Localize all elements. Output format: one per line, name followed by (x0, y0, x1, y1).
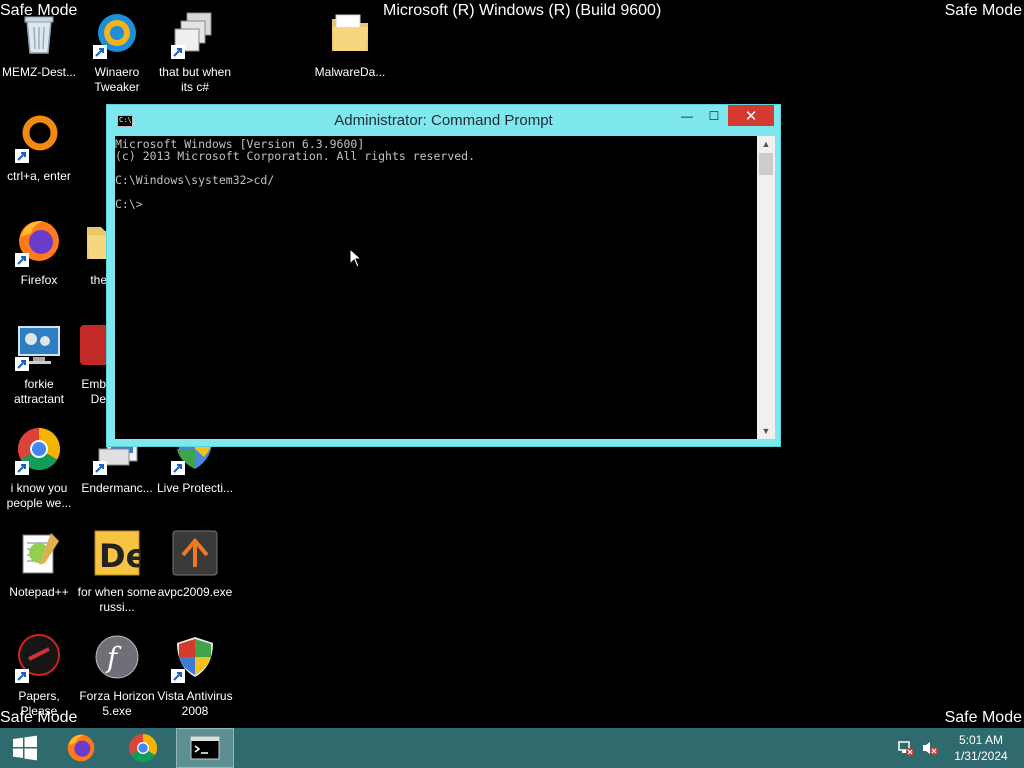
desktop-icon-label: Vista Antivirus 2008 (157, 689, 233, 718)
desktop-icon-label: that but when its c# (158, 65, 232, 94)
desktop-icon-papers-please[interactable]: Papers, Please (0, 633, 79, 719)
desktop-icon-notepadpp[interactable]: Notepad++ (0, 529, 79, 600)
shortcut-arrow-icon (15, 149, 29, 163)
clock-date: 1/31/2024 (954, 749, 1008, 763)
desktop-icon-chrome[interactable]: i know you people we... (0, 425, 79, 511)
desktop-icon-ctrl-a-enter[interactable]: ctrl+a, enter (0, 113, 79, 184)
network-icon[interactable] (897, 740, 915, 756)
console-output[interactable]: Microsoft Windows [Version 6.3.9600] (c) … (115, 138, 757, 210)
desktop-icon-forza-horizon[interactable]: f Forza Horizon 5.exe (77, 633, 157, 719)
taskbar-clock[interactable]: 5:01 AM 1/31/2024 (946, 732, 1016, 764)
minimize-button[interactable]: — (674, 105, 700, 126)
shortcut-arrow-icon (171, 669, 185, 683)
papers-please-icon (15, 633, 63, 683)
desktop-icon-firefox[interactable]: Firefox (0, 217, 79, 288)
desktop-icon-winaero[interactable]: Winaero Tweaker (77, 9, 157, 95)
volume-muted-icon[interactable] (921, 740, 939, 756)
desktop-icon-label: MalwareDa... (314, 65, 386, 79)
taskbar-firefox[interactable] (56, 728, 106, 768)
folder-icon (326, 9, 374, 57)
desktop-icon-label: Winaero Tweaker (94, 65, 140, 94)
safe-mode-label-bottom-right: Safe Mode (944, 709, 1022, 726)
window-titlebar[interactable]: C:\_ Administrator: Command Prompt — ☐ ✕ (107, 105, 780, 136)
desktop-icon-malwareda[interactable]: MalwareDa... (310, 9, 390, 80)
desktop-icon-label: Emb De (81, 377, 106, 406)
console-area[interactable]: Microsoft Windows [Version 6.3.9600] (c) … (115, 136, 775, 439)
desktop-icon-memz[interactable]: MEMZ-Dest... (0, 9, 79, 80)
command-prompt-icon (190, 736, 220, 760)
close-button[interactable]: ✕ (728, 105, 774, 126)
shortcut-arrow-icon (15, 253, 29, 267)
vertical-scrollbar[interactable]: ▲ ▼ (757, 136, 775, 439)
desktop-icon-that-but-when-its-csharp[interactable]: that but when its c# (155, 9, 235, 95)
chrome-icon (15, 425, 63, 475)
flash-icon: f (93, 633, 141, 681)
console-line: (c) 2013 Microsoft Corporation. All righ… (115, 149, 476, 163)
windows-build-label: Microsoft (R) Windows (R) (Build 9600) (383, 2, 662, 19)
desktop-icon-forkie-attractant[interactable]: forkie attractant (0, 321, 79, 407)
de-icon: De (93, 529, 141, 577)
taskbar-command-prompt[interactable] (176, 728, 234, 768)
command-prompt-window[interactable]: C:\_ Administrator: Command Prompt — ☐ ✕… (106, 104, 781, 447)
desktop-icon-avpc2009[interactable]: avpc2009.exe (155, 529, 235, 600)
console-line: C:\> (115, 197, 143, 211)
scroll-down-icon[interactable]: ▼ (757, 423, 775, 439)
shortcut-windows-icon (171, 9, 219, 59)
orange-ring-icon (15, 113, 63, 163)
start-button[interactable] (0, 728, 50, 768)
desktop-icon-label: Forza Horizon 5.exe (79, 689, 155, 718)
taskbar: 5:01 AM 1/31/2024 (0, 728, 1024, 768)
scroll-up-icon[interactable]: ▲ (757, 136, 775, 152)
clock-time: 5:01 AM (958, 733, 1004, 747)
desktop-icon-label: forkie attractant (13, 377, 65, 406)
desktop-icon-label: Endermanc... (81, 481, 153, 495)
desktop-icon-label: i know you people we... (6, 481, 72, 510)
winaero-icon (93, 9, 141, 59)
svg-text:De: De (99, 537, 141, 575)
desktop-icon-label: MEMZ-Dest... (2, 65, 76, 79)
shield-icon (171, 633, 219, 683)
mouse-cursor-icon (349, 248, 363, 268)
shortcut-arrow-icon (15, 461, 29, 475)
maximize-button[interactable]: ☐ (701, 105, 727, 126)
console-line: C:\Windows\system32>cd/ (115, 173, 275, 187)
shortcut-arrow-icon (93, 461, 107, 475)
firefox-icon (67, 734, 95, 762)
desktop-icon-vista-antivirus[interactable]: Vista Antivirus 2008 (155, 633, 235, 719)
taskbar-chrome[interactable] (118, 728, 168, 768)
desktop-icon-label: ctrl+a, enter (7, 169, 71, 183)
red-app-icon (77, 321, 106, 369)
desktop-icon-label: avpc2009.exe (157, 585, 233, 599)
shortcut-arrow-icon (15, 357, 29, 371)
settings-monitor-icon (15, 321, 63, 371)
desktop-icon-label: for when some russi... (77, 585, 157, 614)
safe-mode-label-top-right: Safe Mode (944, 2, 1022, 19)
firefox-icon (15, 217, 63, 267)
shortcut-arrow-icon (15, 669, 29, 683)
recycle-bin-icon (15, 9, 63, 57)
shortcut-arrow-icon (93, 45, 107, 59)
desktop-icon-for-when-some-russi[interactable]: De for when some russi... (77, 529, 157, 615)
shortcut-arrow-icon (171, 461, 185, 475)
desktop-icon-label: Live Protecti... (156, 481, 234, 495)
avpc-icon (171, 529, 219, 577)
desktop-icon-label: Notepad++ (9, 585, 69, 599)
shortcut-arrow-icon (171, 45, 185, 59)
windows-logo-icon (13, 735, 37, 761)
desktop-icon-label: Firefox (20, 273, 58, 287)
desktop-icon-label: Papers, Please (18, 689, 60, 718)
scrollbar-thumb[interactable] (759, 153, 773, 175)
notepadpp-icon (15, 529, 63, 577)
desktop-icon-emb[interactable]: Emb De (77, 321, 106, 407)
chrome-icon (129, 734, 158, 763)
